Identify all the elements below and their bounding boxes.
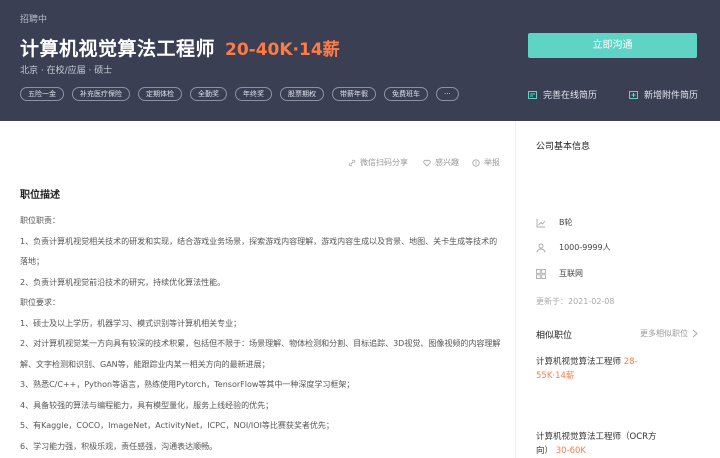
people-icon xyxy=(536,243,546,253)
title-row: 计算机视觉算法工程师 20-40K·14薪 xyxy=(20,34,340,61)
job-description: 职位职责： 1、负责计算机视觉相关技术的研发和实现，结合游戏业务场景，探索游戏内… xyxy=(20,211,510,457)
grid-icon xyxy=(536,268,546,279)
description-line: 3、熟悉C/C++，Python等语言，熟练使用Pytorch，TensorFl… xyxy=(20,380,355,389)
company-funding: B轮 xyxy=(536,217,573,228)
heart-icon xyxy=(423,159,431,167)
benefit-tag: 免费班车 xyxy=(384,87,428,101)
chevron-right-icon xyxy=(692,329,698,338)
description-line: 2、对计算机视觉某一方向具有较深的技术积累，包括但不限于：场景理解、物体检测和分… xyxy=(20,339,501,348)
description-line: 4、具备较强的算法与编程能力，具有模型量化，服务上线经验的优先； xyxy=(20,400,274,410)
similar-job-item[interactable]: 计算机视觉算法工程师 28-55K·14薪 xyxy=(536,355,656,383)
similar-jobs-title: 相似职位 xyxy=(536,331,573,341)
benefit-tag: 补充医疗保险 xyxy=(72,87,130,101)
benefit-tag: 五险一金 xyxy=(20,87,64,101)
company-info-title: 公司基本信息 xyxy=(536,142,591,152)
description-title: 职位描述 xyxy=(20,190,60,201)
funding-value: B轮 xyxy=(559,218,573,227)
benefit-tag: 带薪年假 xyxy=(332,87,376,101)
report-label: 举报 xyxy=(484,158,500,167)
column-divider xyxy=(515,121,516,458)
description-line: 1、负责计算机视觉相关技术的研发和实现，结合游戏业务场景，探索游戏内容理解，游戏… xyxy=(20,236,498,246)
interest-label: 感兴趣 xyxy=(435,158,459,167)
description-line: 2、负责计算机视觉前沿技术的研究，持续优化算法性能。 xyxy=(20,277,226,287)
upload-resume-icon xyxy=(629,90,638,99)
benefit-tag: 股票期权 xyxy=(280,87,324,101)
benefit-tags: 五险一金 补充医疗保险 定期体检 全勤奖 年终奖 股票期权 带薪年假 免费班车 … xyxy=(20,87,459,101)
report-link[interactable]: 举报 xyxy=(472,157,500,168)
benefit-tag: 定期体检 xyxy=(138,87,182,101)
job-header: 招聘中 计算机视觉算法工程师 20-40K·14薪 北京 · 在校/应届 · 硕… xyxy=(0,0,720,121)
job-salary: 20-40K·14薪 xyxy=(225,40,340,60)
description-line: 解、文字检测和识别、GAN等，能跟踪业内某一相关方向的最新进展； xyxy=(20,359,270,369)
more-similar-link[interactable]: 更多相似职位 xyxy=(640,328,698,339)
improve-resume-label: 完善在线简历 xyxy=(543,91,598,101)
similar-job-title: 计算机视觉算法工程师 xyxy=(536,357,622,367)
job-meta: 北京 · 在校/应届 · 硕士 xyxy=(20,66,113,76)
description-line: 职位职责： xyxy=(20,216,60,225)
add-attachment-label: 新增附件简历 xyxy=(644,91,699,101)
add-attachment-link[interactable]: 新增附件简历 xyxy=(629,88,698,101)
size-value: 1000-9999人 xyxy=(559,243,611,252)
description-line: 6、学习能力强，积极乐观，责任感强，沟通表达顺畅。 xyxy=(20,441,218,451)
benefit-tag: 年终奖 xyxy=(235,87,272,101)
description-line: 1、硕士及以上学历，机器学习、模式识别等计算机相关专业； xyxy=(20,318,242,328)
more-tags-button[interactable]: ··· xyxy=(436,87,459,101)
interest-link[interactable]: 感兴趣 xyxy=(423,157,459,168)
industry-value: 互联网 xyxy=(559,269,583,278)
similar-job-salary: 30-60K xyxy=(555,446,586,456)
more-similar-label: 更多相似职位 xyxy=(640,329,688,338)
updated-date: 更新于：2021-02-08 xyxy=(536,297,615,306)
chart-icon xyxy=(536,218,546,227)
description-line: 5、有Kaggle，COCO，ImageNet，ActivityNet，ICPC… xyxy=(20,421,334,430)
job-status: 招聘中 xyxy=(20,15,48,25)
apply-chat-button[interactable]: 立即沟通 xyxy=(528,33,697,58)
similar-job-title: 计算机视觉算法工程师（OCR方向） xyxy=(536,432,657,456)
company-industry: 互联网 xyxy=(536,268,583,279)
warning-icon xyxy=(472,158,480,167)
wechat-share-link[interactable]: 微信扫码分享 xyxy=(348,157,408,168)
benefit-tag: 全勤奖 xyxy=(190,87,227,101)
share-icon xyxy=(348,159,356,166)
share-label: 微信扫码分享 xyxy=(360,158,408,167)
edit-resume-icon xyxy=(528,90,537,99)
company-size: 1000-9999人 xyxy=(536,242,611,253)
description-line: 落地； xyxy=(20,257,44,266)
improve-resume-link[interactable]: 完善在线简历 xyxy=(528,88,597,101)
similar-job-item[interactable]: 计算机视觉算法工程师（OCR方向） 30-60K xyxy=(536,430,661,458)
job-title: 计算机视觉算法工程师 xyxy=(20,38,216,60)
description-line: 职位要求： xyxy=(20,298,60,307)
